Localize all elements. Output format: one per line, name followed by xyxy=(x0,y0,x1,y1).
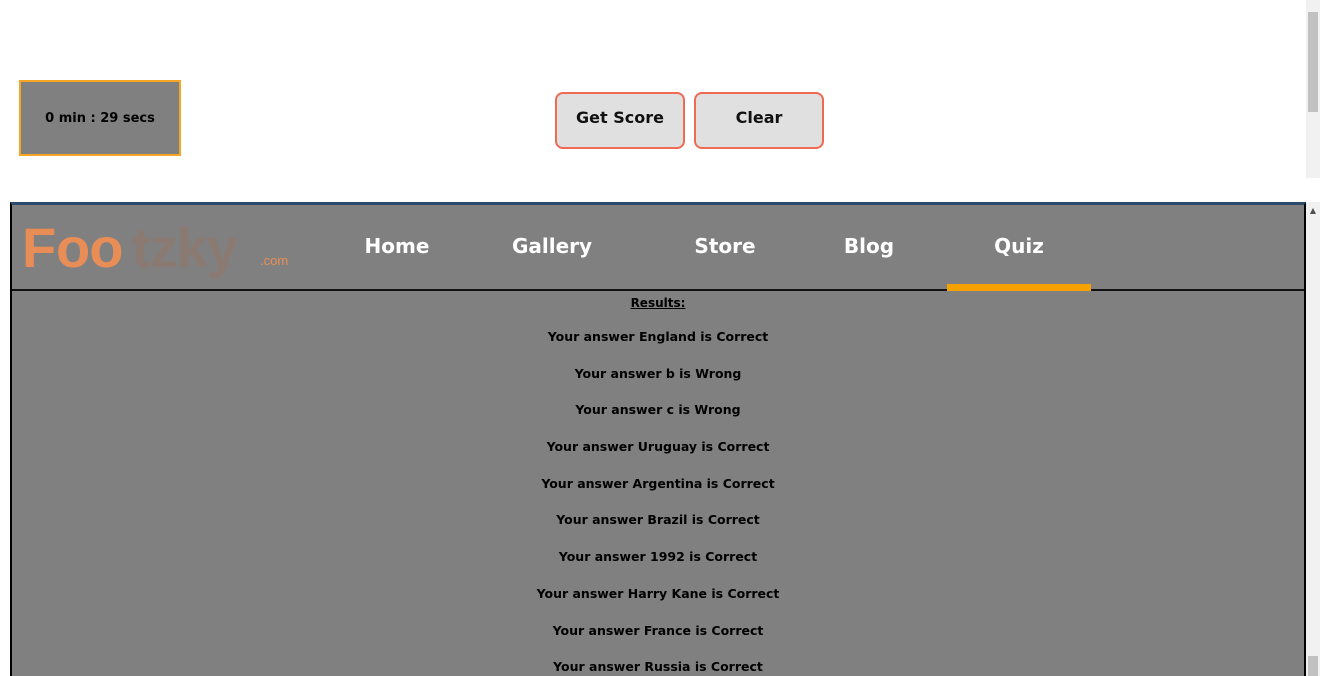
clear-button[interactable]: Clear xyxy=(694,92,824,149)
navbar: F oo tzky .com Home Gallery Store Blog Q… xyxy=(12,205,1304,291)
result-row: Your answer c is Wrong xyxy=(575,402,741,418)
nav-gallery[interactable]: Gallery xyxy=(492,205,612,291)
result-row: Your answer Argentina is Correct xyxy=(541,475,775,491)
results-heading: Results: xyxy=(630,296,686,310)
logo-letter-f: F xyxy=(22,216,56,279)
result-row: Your answer Uruguay is Correct xyxy=(546,439,770,455)
results-frame: F oo tzky .com Home Gallery Store Blog Q… xyxy=(10,202,1306,676)
results-list: Results: Your answer England is Correct … xyxy=(12,293,1304,676)
result-row: Your answer b is Wrong xyxy=(574,365,742,381)
logo-infinity: oo xyxy=(56,216,123,279)
logo-wordmark: tzky xyxy=(132,216,238,279)
result-row: Your answer Russia is Correct xyxy=(553,659,763,675)
nav-blog[interactable]: Blog xyxy=(824,205,914,291)
get-score-button[interactable]: Get Score xyxy=(555,92,685,149)
timer-text: 0 min : 29 secs xyxy=(45,110,155,126)
page-scrollbar-thumb[interactable] xyxy=(1308,12,1318,112)
quiz-timer: 0 min : 29 secs xyxy=(19,80,181,156)
logo-suffix: .com xyxy=(260,253,289,268)
page-scrollbar[interactable] xyxy=(1306,0,1320,178)
nav-store[interactable]: Store xyxy=(670,205,780,291)
result-row: Your answer England is Correct xyxy=(547,329,769,344)
site-logo[interactable]: F oo tzky .com xyxy=(20,213,310,283)
scroll-up-icon[interactable]: ▲ xyxy=(1308,206,1318,215)
nav-home[interactable]: Home xyxy=(342,205,452,291)
result-row: Your answer Harry Kane is Correct xyxy=(536,585,780,601)
result-row: Your answer 1992 is Correct xyxy=(558,549,758,565)
frame-scrollbar[interactable]: ▲ xyxy=(1306,202,1320,676)
result-row: Your answer Brazil is Correct xyxy=(556,512,760,528)
frame-scrollbar-thumb[interactable] xyxy=(1308,656,1318,676)
nav-quiz[interactable]: Quiz xyxy=(947,205,1091,291)
result-row: Your answer France is Correct xyxy=(552,622,764,638)
